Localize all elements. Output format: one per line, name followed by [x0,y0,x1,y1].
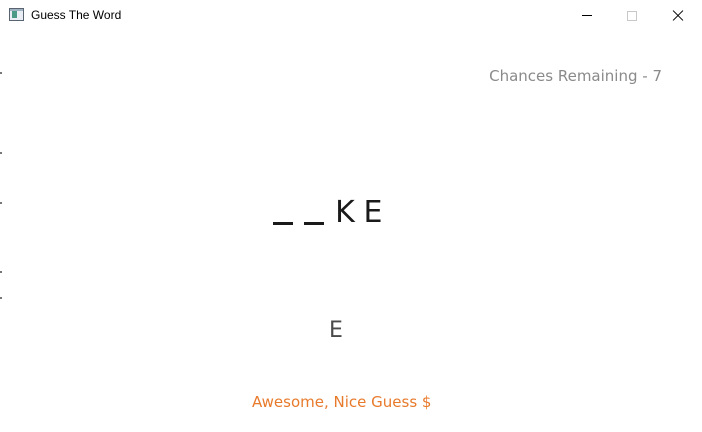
word-slot-letter: E [363,195,383,230]
close-icon [672,10,684,22]
word-slot-blank [304,222,324,225]
maximize-button[interactable] [609,0,655,31]
window-edge-artifacts [0,31,3,432]
maximize-icon [627,10,637,21]
word-slot-blank [273,222,293,225]
word-slot-letter: K [335,195,355,230]
guessed-letter: E [329,318,343,343]
minimize-button[interactable] [564,0,610,31]
close-button[interactable] [655,0,701,31]
app-icon [9,8,24,21]
chances-remaining-label: Chances Remaining - 7 [489,67,662,85]
minimize-icon [582,15,592,16]
word-display: K E [273,190,391,230]
window-title: Guess The Word [31,8,122,22]
feedback-message: Awesome, Nice Guess $ [252,393,432,411]
title-bar: Guess The Word [0,0,702,31]
